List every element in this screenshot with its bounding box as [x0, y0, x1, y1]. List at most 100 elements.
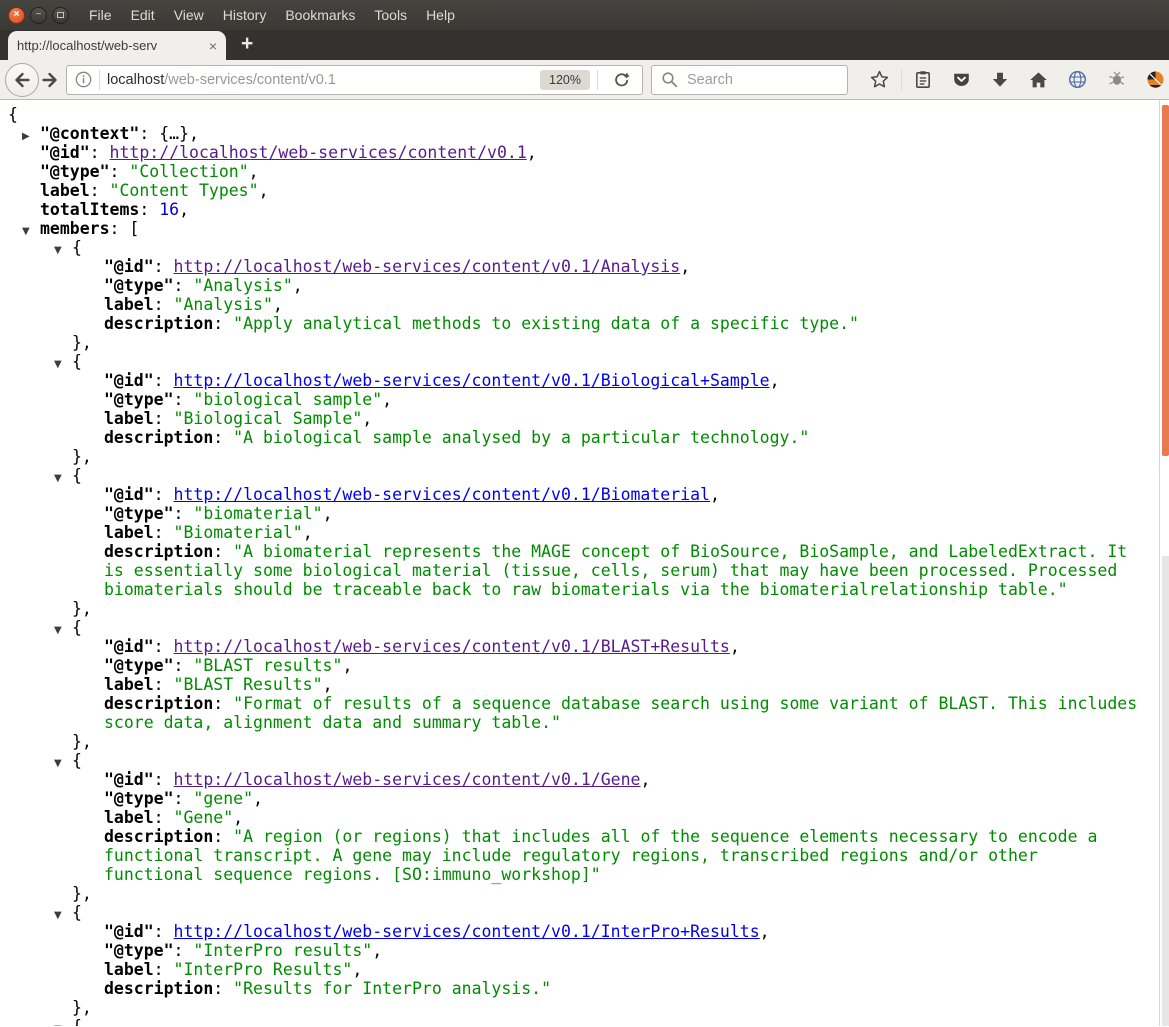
page-content: {▶ "@context": {…}, "@id": http://localhos… — [0, 100, 1169, 1026]
reading-list-button[interactable] — [904, 70, 942, 89]
download-arrow-icon — [992, 72, 1008, 87]
search-input[interactable] — [685, 70, 815, 89]
json-key: "@type" — [104, 504, 174, 523]
reload-button[interactable] — [605, 71, 638, 88]
window-minimize-button[interactable]: − — [30, 6, 47, 24]
browser-tab[interactable]: http://localhost/web-serv × — [8, 31, 226, 60]
json-key: "@type" — [104, 656, 174, 675]
window-close-button[interactable]: × — [8, 6, 25, 24]
json-line: description: "Apply analytical methods t… — [0, 314, 1140, 333]
json-string: "Analysis" — [193, 276, 293, 295]
json-string: "Apply analytical methods to existing da… — [233, 314, 859, 333]
json-key: label — [104, 295, 154, 314]
menu-view[interactable]: View — [174, 7, 204, 23]
home-button[interactable] — [1019, 71, 1058, 89]
json-key: label — [104, 960, 154, 979]
forward-button[interactable] — [40, 70, 60, 90]
url-text[interactable]: localhost/web-services/content/v0.1 — [107, 72, 540, 88]
json-string: "BLAST Results" — [173, 675, 323, 694]
zoom-level-badge[interactable]: 120% — [540, 69, 590, 90]
bug-icon — [1109, 71, 1125, 85]
json-line: ▼{ — [0, 1017, 1140, 1026]
json-link[interactable]: http://localhost/web-services/content/v0… — [174, 770, 641, 789]
new-tab-button[interactable]: + — [241, 32, 253, 56]
json-key: "@id" — [104, 637, 154, 656]
ball-extension-button[interactable] — [1136, 70, 1169, 89]
globe-extension-button[interactable] — [1058, 70, 1097, 89]
menu-help[interactable]: Help — [426, 7, 455, 23]
json-string: "Biological Sample" — [173, 409, 363, 428]
json-string: "biological sample" — [193, 390, 383, 409]
vertical-scrollbar[interactable] — [1159, 100, 1169, 1026]
json-punct: , — [322, 504, 333, 523]
json-punct: : — [153, 960, 174, 979]
json-punct: : — [213, 428, 234, 447]
navigation-toolbar: localhost/web-services/content/v0.1 120% — [0, 60, 1169, 100]
json-link[interactable]: http://localhost/web-services/content/v0… — [174, 922, 760, 941]
star-icon — [870, 70, 889, 88]
json-punct: : — [173, 941, 194, 960]
json-punct: , — [382, 390, 393, 409]
json-key: "@id" — [104, 371, 154, 390]
json-key: description — [104, 694, 214, 713]
json-line: totalItems: 16, — [0, 200, 1140, 219]
scrollbar-thumb[interactable] — [1162, 105, 1169, 456]
json-punct: , — [253, 789, 263, 808]
json-line: "@type": "biological sample", — [0, 390, 1140, 409]
collapse-toggle-icon[interactable]: ▼ — [54, 1020, 62, 1026]
scrollbar-track[interactable] — [1162, 556, 1169, 1026]
json-punct: : — [153, 637, 174, 656]
json-link[interactable]: http://localhost/web-services/content/v0… — [174, 637, 730, 656]
json-punct: : — [153, 523, 174, 542]
site-info-icon[interactable] — [75, 71, 92, 88]
menu-tools[interactable]: Tools — [374, 7, 407, 23]
json-key: label — [104, 808, 154, 827]
json-key: "@type" — [40, 162, 110, 181]
json-punct: , — [179, 200, 190, 219]
json-string: "BLAST results" — [193, 656, 343, 675]
json-link[interactable]: http://localhost/web-services/content/v0… — [174, 371, 770, 390]
json-punct: , — [322, 675, 333, 694]
back-button[interactable] — [5, 62, 39, 97]
bug-extension-button[interactable] — [1097, 70, 1136, 89]
pocket-icon — [954, 73, 969, 86]
json-link[interactable]: http://localhost/web-services/content/v0… — [174, 485, 710, 504]
minimize-icon: − — [35, 9, 42, 20]
json-punct: : — [153, 409, 174, 428]
json-punct: : — [153, 371, 174, 390]
json-key: description — [104, 827, 214, 846]
json-punct: : — [213, 827, 234, 846]
clipboard-icon — [915, 71, 930, 88]
url-bar[interactable]: localhost/web-services/content/v0.1 120% — [66, 64, 643, 95]
menu-file[interactable]: File — [89, 7, 112, 23]
json-punct: : — [153, 922, 174, 941]
tab-bar: http://localhost/web-serv × + — [0, 30, 1169, 60]
window-maximize-button[interactable] — [52, 6, 69, 24]
menu-bookmarks[interactable]: Bookmarks — [285, 7, 355, 23]
menu-edit[interactable]: Edit — [131, 7, 155, 23]
menu-history[interactable]: History — [223, 7, 267, 23]
json-line: "@id": http://localhost/web-services/con… — [0, 770, 1140, 789]
json-punct: , — [640, 770, 651, 789]
json-punct: }, — [72, 447, 92, 466]
json-punct: : — [153, 770, 174, 789]
json-link[interactable]: http://localhost/web-services/content/v0… — [110, 143, 527, 162]
json-line: label: "Analysis", — [0, 295, 1140, 314]
json-link[interactable]: http://localhost/web-services/content/v0… — [174, 257, 681, 276]
bookmark-star-button[interactable] — [860, 70, 899, 89]
json-punct: , — [258, 181, 269, 200]
json-punct: , — [292, 276, 303, 295]
json-key: label — [104, 523, 154, 542]
search-bar[interactable] — [651, 64, 848, 95]
downloads-button[interactable] — [981, 71, 1019, 89]
json-punct: : — [173, 276, 194, 295]
pocket-button[interactable] — [942, 71, 981, 89]
json-line: ▶ "@context": {…}, — [0, 124, 1140, 143]
json-punct: : — [139, 200, 160, 219]
toolbar-icons — [860, 69, 1169, 90]
json-key: "@id" — [40, 143, 90, 162]
tab-close-icon[interactable]: × — [209, 38, 217, 54]
json-punct: : — [173, 504, 194, 523]
json-string: "Results for InterPro analysis." — [233, 979, 552, 998]
json-key: members — [40, 219, 110, 238]
